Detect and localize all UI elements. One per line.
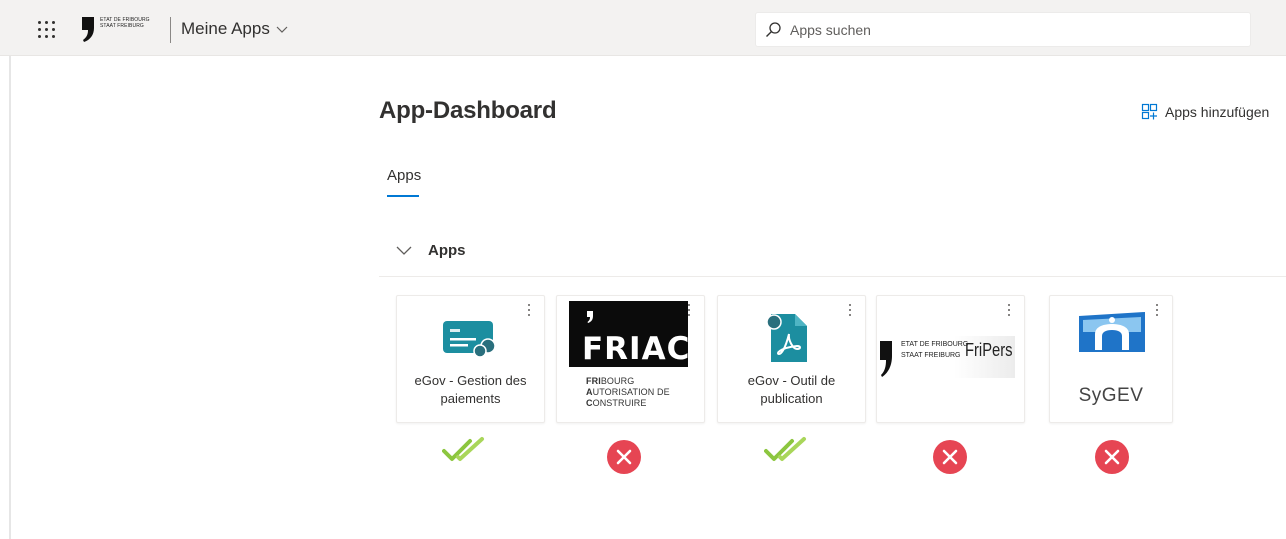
apps-section-toggle[interactable]: Apps (396, 242, 466, 259)
header-divider (170, 17, 171, 43)
app-tile-label: eGov - Gestion des paiements (414, 373, 527, 406)
page-left-border (9, 56, 11, 539)
friac-logo-text: FRIAC (582, 331, 691, 367)
sygev-logo-icon (1079, 312, 1145, 352)
more-options-icon[interactable] (1154, 302, 1160, 318)
add-apps-button[interactable]: Apps hinzufügen (1141, 103, 1269, 121)
search-icon (766, 21, 781, 37)
org-logo-text: ETAT DE FRIBOURG STAAT FREIBURG (100, 17, 150, 29)
search-box[interactable] (756, 13, 1250, 46)
chevron-down-icon (276, 26, 288, 33)
top-bar: ETAT DE FRIBOURG STAAT FREIBURG Meine Ap… (0, 0, 1286, 56)
fribourg-comma-logo-icon (587, 311, 593, 323)
friac-subtitle: FRIBOURG AUTORISATION DE CONSTRUIRE (586, 376, 670, 408)
app-tile-egov-publication[interactable]: eGov - Outil de publication (717, 295, 866, 423)
sygev-logo-text: SyGEV (1078, 385, 1144, 406)
add-apps-label: Apps hinzufügen (1165, 104, 1270, 120)
app-tile-friac[interactable]: FRIAC FRIBOURG AUTORISATION DE CONSTRUIR… (556, 295, 705, 423)
more-options-icon[interactable] (526, 302, 532, 318)
my-apps-switcher[interactable]: Meine Apps (181, 19, 288, 39)
error-x-icon (1095, 440, 1129, 474)
more-options-icon[interactable] (1006, 302, 1012, 318)
section-title: Apps (428, 242, 466, 259)
app-launcher-waffle-icon[interactable] (38, 21, 56, 39)
section-divider (379, 276, 1286, 277)
tab-active-indicator (387, 195, 419, 197)
pdf-document-icon (766, 314, 807, 362)
app-tile-sygev[interactable]: SyGEV (1049, 295, 1173, 423)
grid-add-icon (1141, 103, 1158, 120)
search-input[interactable] (788, 20, 1228, 39)
fripers-logo-text: FriPers (965, 340, 1013, 360)
fribourg-comma-logo-icon (880, 341, 892, 377)
app-tile-egov-paiements[interactable]: eGov - Gestion des paiements (396, 295, 545, 423)
friac-logo: FRIAC (569, 301, 691, 367)
app-tile-fripers[interactable]: ETAT DE FRIBOURG STAAT FREIBURG FriPers (876, 295, 1025, 423)
fripers-logo: ETAT DE FRIBOURG STAAT FREIBURG FriPers (879, 336, 1015, 378)
double-check-icon (764, 437, 806, 461)
double-check-icon (442, 437, 484, 461)
fripers-logo-small-text: ETAT DE FRIBOURG STAAT FREIBURG (901, 341, 969, 359)
org-logo[interactable]: ETAT DE FRIBOURG STAAT FREIBURG (80, 14, 160, 44)
tab-apps[interactable]: Apps (387, 167, 421, 184)
chevron-down-icon (396, 246, 412, 255)
error-x-icon (607, 440, 641, 474)
error-x-icon (933, 440, 967, 474)
more-options-icon[interactable] (847, 302, 853, 318)
page-title: App-Dashboard (379, 97, 557, 124)
payment-card-icon (443, 321, 496, 358)
app-tile-label: eGov - Outil de publication (747, 373, 836, 406)
fribourg-comma-logo-icon (82, 17, 94, 42)
my-apps-label: Meine Apps (181, 19, 270, 38)
